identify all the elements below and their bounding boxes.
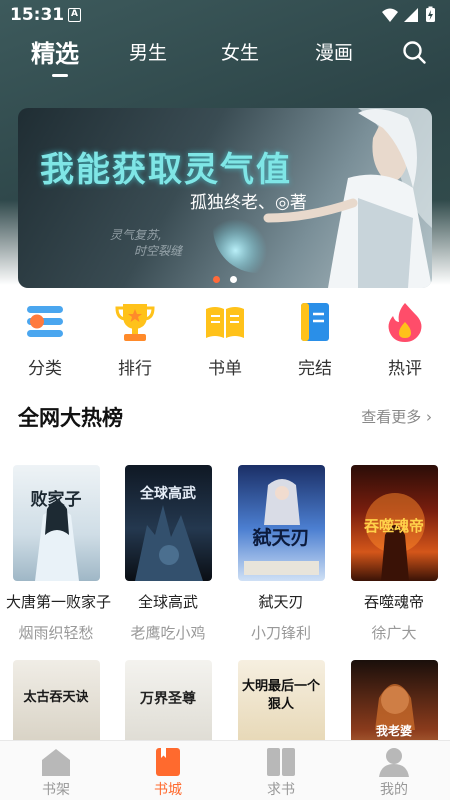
bookshelf-icon	[42, 749, 70, 776]
cover-art	[34, 501, 79, 581]
signal-icon	[404, 8, 418, 22]
book-cover: 弑天刃	[237, 465, 325, 581]
book-card[interactable]: 败家子 大唐第一败家子 烟雨织轻愁	[6, 465, 112, 643]
tab-featured[interactable]: 精选	[31, 34, 79, 69]
banner-author: 孤独终老、◎著	[190, 193, 307, 213]
cover-title: 大明最后一个狠人	[241, 679, 320, 712]
book-author: 徐广大	[371, 624, 417, 642]
status-bar: 15:31 A	[0, 0, 450, 30]
hot-reviews-button[interactable]: 热评	[370, 300, 440, 380]
request-book-icon	[267, 748, 295, 776]
carousel-dot-2[interactable]	[230, 276, 237, 283]
tab-profile-label: 我的	[380, 782, 408, 798]
category-label: 分类	[28, 359, 62, 379]
notification-a-icon: A	[68, 8, 81, 22]
flame-icon	[388, 303, 422, 342]
book-title: 弑天刃	[258, 593, 304, 611]
tab-request-book[interactable]: 求书	[241, 741, 321, 800]
book-cover: 全球高武	[124, 465, 212, 581]
tab-bookstore-label: 书城	[154, 782, 182, 798]
carousel-dots	[18, 268, 432, 283]
wifi-icon	[382, 8, 398, 22]
bookstore-icon	[156, 748, 180, 776]
battery-icon	[426, 6, 435, 22]
profile-icon	[379, 748, 409, 777]
tab-request-book-label: 求书	[267, 782, 295, 798]
book-title: 全球高武	[137, 593, 198, 611]
cover-title: 我老婆	[375, 724, 412, 738]
cover-title: 太古吞天诀	[23, 690, 89, 705]
tab-bookshelf-label: 书架	[42, 782, 70, 798]
see-more-link[interactable]: 查看更多 ›	[361, 406, 432, 427]
booklist-label: 书单	[208, 359, 242, 379]
completed-label: 完结	[298, 359, 332, 379]
active-tab-indicator	[52, 74, 68, 77]
cover-title: 吞噬魂帝	[363, 517, 424, 535]
ranking-label: 排行	[118, 359, 152, 379]
category-list-icon	[27, 306, 63, 337]
tab-comics[interactable]: 漫画	[315, 38, 353, 65]
bottom-tab-bar: 书架 书城 求书 我的	[0, 740, 450, 800]
search-icon[interactable]	[402, 40, 426, 64]
cover-title: 弑天刃	[252, 527, 310, 549]
cover-title: 万界圣尊	[140, 691, 196, 707]
trophy-icon	[115, 304, 155, 341]
chevron-right-icon: ›	[426, 408, 432, 426]
book-author: 小刀锋利	[250, 624, 311, 642]
book-author: 烟雨织轻愁	[18, 624, 94, 642]
open-book-icon	[206, 307, 244, 338]
tab-bookshelf[interactable]: 书架	[16, 741, 96, 800]
tab-bookstore[interactable]: 书城	[128, 741, 208, 800]
cover-title: 全球高武	[140, 486, 196, 502]
book-cover: 吞噬魂帝	[350, 465, 438, 581]
tab-male[interactable]: 男生	[129, 38, 167, 65]
promo-banner[interactable]: 我能获取灵气值 孤独终老、◎著 灵气复苏, 时空裂缝	[18, 108, 432, 288]
book-card[interactable]: 吞噬魂帝 吞噬魂帝 徐广大	[344, 465, 444, 643]
banner-slogan-line2: 时空裂缝	[134, 244, 183, 258]
section-title: 全网大热榜	[18, 406, 123, 430]
cover-title: 败家子	[30, 490, 82, 510]
book-cover: 败家子	[12, 465, 100, 581]
banner-slogan-line1: 灵气复苏,	[110, 228, 162, 242]
book-card[interactable]: 弑天刃 弑天刃 小刀锋利	[231, 465, 331, 643]
top-nav: 精选 男生 女生 漫画	[0, 34, 450, 80]
carousel-dot-1[interactable]	[213, 276, 220, 283]
book-title: 大唐第一败家子	[6, 593, 112, 611]
tab-female[interactable]: 女生	[221, 38, 259, 65]
book-author: 老鹰吃小鸡	[130, 624, 206, 642]
hot-reviews-label: 热评	[388, 359, 422, 379]
banner-title: 我能获取灵气值	[40, 150, 292, 190]
book-title: 吞噬魂帝	[363, 593, 424, 611]
see-more-label: 查看更多	[361, 408, 422, 426]
booklist-button[interactable]: 书单	[190, 300, 260, 380]
book-card[interactable]: 全球高武 全球高武 老鹰吃小鸡	[118, 465, 218, 643]
category-button[interactable]: 分类	[10, 300, 80, 380]
bookmark-book-icon	[301, 303, 329, 341]
completed-button[interactable]: 完结	[280, 300, 350, 380]
status-time: 15:31	[10, 5, 65, 25]
category-shortcuts: 分类 排行 书单 完结 热评	[0, 300, 450, 380]
tab-profile[interactable]: 我的	[354, 741, 434, 800]
ranking-button[interactable]: 排行	[100, 300, 170, 380]
status-icons	[382, 6, 435, 22]
